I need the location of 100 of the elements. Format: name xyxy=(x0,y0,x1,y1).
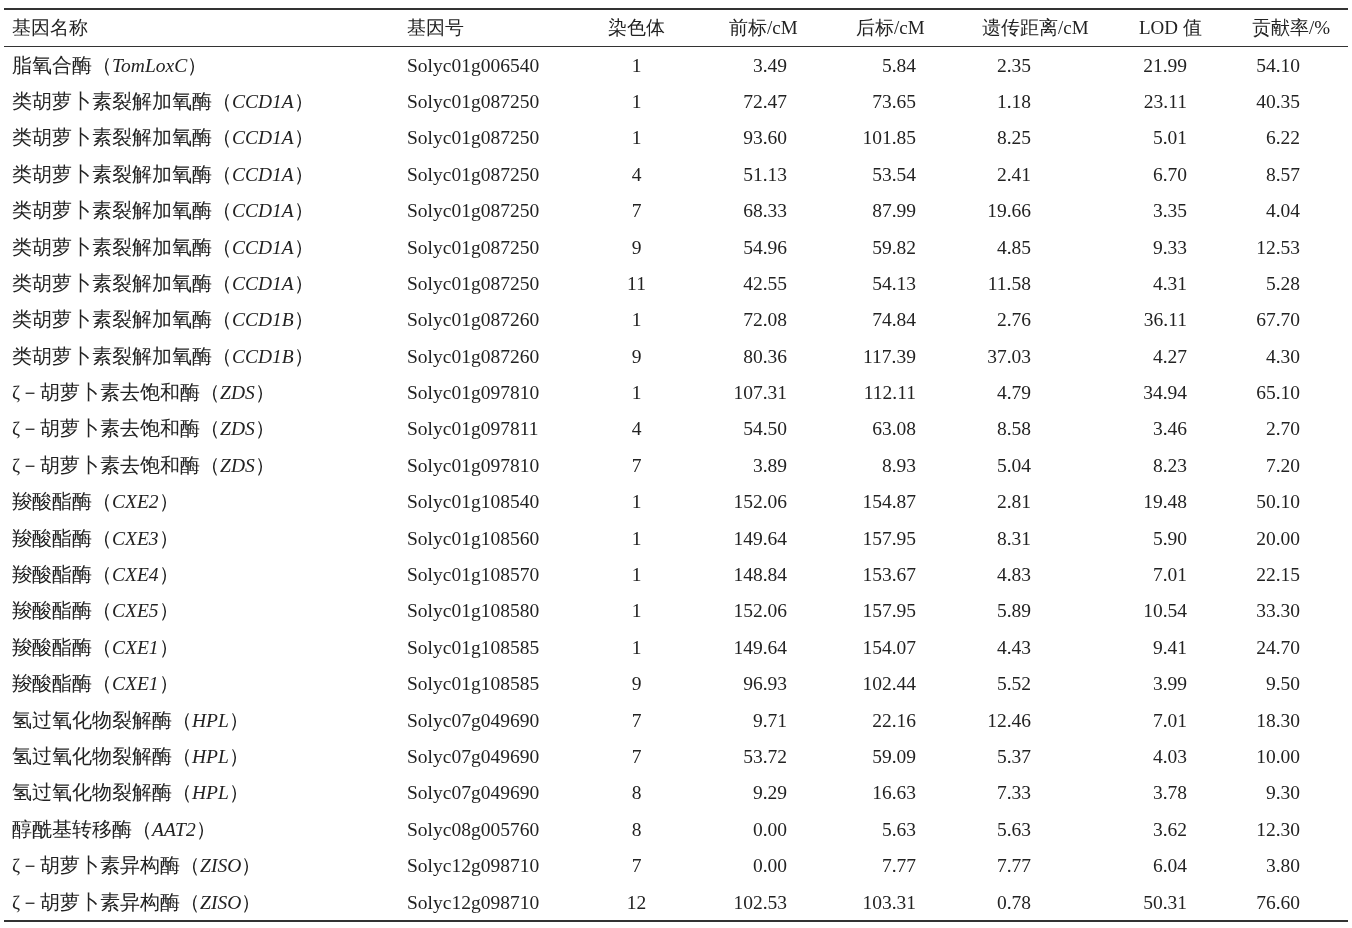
gene-name-cell-text: 醇酰基转移酶（AAT2） xyxy=(11,817,217,842)
start-marker-cell-text: 0.00 xyxy=(751,854,788,879)
lod-value-cell-text: 6.04 xyxy=(1151,854,1188,879)
gene-id-cell-text: Solyc08g005760 xyxy=(406,817,541,842)
chromosome-cell-text: 1 xyxy=(630,381,643,406)
lod-value-cell-text: 3.99 xyxy=(1151,672,1188,697)
contribution-rate-cell-text: 9.50 xyxy=(1264,672,1301,697)
lod-value-cell-text: 23.11 xyxy=(1142,89,1188,114)
end-marker-cell-text: 112.11 xyxy=(862,381,917,406)
chromosome-cell-text: 7 xyxy=(630,854,643,879)
gene-id-cell-text: Solyc01g108585 xyxy=(406,672,541,697)
lod-value-cell-text: 9.41 xyxy=(1151,635,1188,660)
lod-value-cell-text: 7.01 xyxy=(1151,708,1188,733)
gene-name-cell-text: 类胡萝卜素裂解加氧酶（CCD1A） xyxy=(11,235,315,260)
start-marker-cell-text: 149.64 xyxy=(732,526,788,551)
gene-id-cell-text: Solyc01g108585 xyxy=(406,635,541,660)
end-marker-cell-text: 103.31 xyxy=(861,890,917,915)
column-header: 基因号 xyxy=(406,15,465,40)
genetic-distance-cell-text: 12.46 xyxy=(986,708,1032,733)
end-marker-cell-text: 154.87 xyxy=(861,490,917,515)
end-marker-cell-text: 7.77 xyxy=(880,854,917,879)
genetic-distance-cell-text: 8.31 xyxy=(995,526,1032,551)
chromosome-cell-text: 7 xyxy=(630,453,643,478)
lod-value-cell-text: 21.99 xyxy=(1142,53,1188,78)
end-marker-cell-text: 16.63 xyxy=(871,781,917,806)
contribution-rate-cell-text: 4.04 xyxy=(1264,199,1301,224)
end-marker-cell-text: 154.07 xyxy=(861,635,917,660)
contribution-rate-cell-text: 50.10 xyxy=(1255,490,1301,515)
gene-id-cell-text: Solyc07g049690 xyxy=(406,781,541,806)
chromosome-cell-text: 12 xyxy=(625,890,648,915)
genetic-distance-cell-text: 5.89 xyxy=(995,599,1032,624)
contribution-rate-cell-text: 7.20 xyxy=(1264,453,1301,478)
column-header: 贡献率/% xyxy=(1251,15,1332,40)
genetic-distance-cell-text: 8.58 xyxy=(995,417,1032,442)
contribution-rate-cell-text: 22.15 xyxy=(1255,563,1301,588)
start-marker-cell-text: 68.33 xyxy=(742,199,788,224)
gene-name-cell-text: 类胡萝卜素裂解加氧酶（CCD1B） xyxy=(11,344,315,369)
genetic-distance-cell-text: 5.04 xyxy=(995,453,1032,478)
lod-value-cell-text: 4.03 xyxy=(1151,745,1188,769)
genetic-distance-cell-text: 5.52 xyxy=(995,672,1032,697)
end-marker-cell-text: 63.08 xyxy=(871,417,917,442)
chromosome-cell-text: 1 xyxy=(630,53,643,78)
start-marker-cell-text: 54.96 xyxy=(742,235,788,260)
lod-value-cell-text: 8.23 xyxy=(1151,453,1188,478)
genetic-distance-cell-text: 8.25 xyxy=(995,126,1032,151)
genetic-distance-cell-text: 4.83 xyxy=(995,563,1032,588)
genetic-distance-cell-text: 7.77 xyxy=(995,854,1032,879)
start-marker-cell-text: 148.84 xyxy=(732,563,788,588)
gene-id-cell-text: Solyc01g087250 xyxy=(406,162,541,187)
lod-value-cell-text: 9.33 xyxy=(1151,235,1188,260)
gene-name-cell-text: ζ－胡萝卜素去饱和酶（ZDS） xyxy=(11,417,276,442)
gene-name-cell-text: 氢过氧化物裂解酶（HPL） xyxy=(11,745,250,769)
gene-id-cell-text: Solyc12g098710 xyxy=(406,890,541,915)
chromosome-cell-text: 9 xyxy=(630,344,643,369)
end-marker-cell-text: 59.09 xyxy=(871,745,917,769)
contribution-rate-cell-text: 24.70 xyxy=(1255,635,1301,660)
chromosome-cell-text: 1 xyxy=(630,490,643,515)
start-marker-cell-text: 149.64 xyxy=(732,635,788,660)
column-header: 遗传距离/cM xyxy=(981,15,1090,40)
lod-value-cell-text: 3.46 xyxy=(1151,417,1188,442)
lod-value-cell-text: 7.01 xyxy=(1151,563,1188,588)
gene-id-cell-text: Solyc07g049690 xyxy=(406,708,541,733)
contribution-rate-cell-text: 65.10 xyxy=(1255,381,1301,406)
chromosome-cell-text: 4 xyxy=(630,162,643,187)
contribution-rate-cell-text: 18.30 xyxy=(1255,708,1301,733)
genetic-distance-cell-text: 11.58 xyxy=(986,271,1032,296)
gene-id-cell-text: Solyc01g097810 xyxy=(406,381,541,406)
gene-name-cell-text: ζ－胡萝卜素异构酶（ZISO） xyxy=(11,890,263,915)
gene-id-cell-text: Solyc01g108560 xyxy=(406,526,541,551)
start-marker-cell-text: 51.13 xyxy=(742,162,788,187)
contribution-rate-cell-text: 76.60 xyxy=(1255,890,1301,915)
genetic-distance-cell-text: 2.41 xyxy=(995,162,1032,187)
gene-id-cell-text: Solyc01g108540 xyxy=(406,490,541,515)
gene-id-cell-text: Solyc01g108570 xyxy=(406,563,541,588)
genetic-distance-cell-text: 2.81 xyxy=(995,490,1032,515)
chromosome-cell-text: 4 xyxy=(630,417,643,442)
genetic-distance-cell-text: 4.85 xyxy=(995,235,1032,260)
chromosome-cell-text: 7 xyxy=(630,708,643,733)
contribution-rate-cell-text: 9.30 xyxy=(1264,781,1301,806)
start-marker-cell-text: 3.49 xyxy=(751,53,788,78)
start-marker-cell-text: 0.00 xyxy=(751,817,788,842)
contribution-rate-cell-text: 2.70 xyxy=(1264,417,1301,442)
contribution-rate-cell-text: 3.80 xyxy=(1264,854,1301,879)
contribution-rate-cell-text: 12.53 xyxy=(1255,235,1301,260)
start-marker-cell-text: 42.55 xyxy=(742,271,788,296)
gene-name-cell-text: 羧酸酯酶（CXE1） xyxy=(11,672,180,697)
gene-id-cell-text: Solyc01g097810 xyxy=(406,453,541,478)
end-marker-cell-text: 22.16 xyxy=(871,708,917,733)
end-marker-cell-text: 101.85 xyxy=(861,126,917,151)
gene-name-cell-text: 羧酸酯酶（CXE2） xyxy=(11,490,180,515)
end-marker-cell-text: 5.84 xyxy=(880,53,917,78)
contribution-rate-cell-text: 6.22 xyxy=(1264,126,1301,151)
gene-name-cell-text: ζ－胡萝卜素去饱和酶（ZDS） xyxy=(11,381,276,406)
gene-name-cell-text: 羧酸酯酶（CXE4） xyxy=(11,563,180,588)
start-marker-cell-text: 72.47 xyxy=(742,89,788,114)
column-header: 后标/cM xyxy=(855,15,926,40)
end-marker-cell-text: 87.99 xyxy=(871,199,917,224)
gene-id-cell-text: Solyc01g087260 xyxy=(406,344,541,369)
lod-value-cell-text: 3.62 xyxy=(1151,817,1188,842)
gene-id-cell-text: Solyc01g108580 xyxy=(406,599,541,624)
